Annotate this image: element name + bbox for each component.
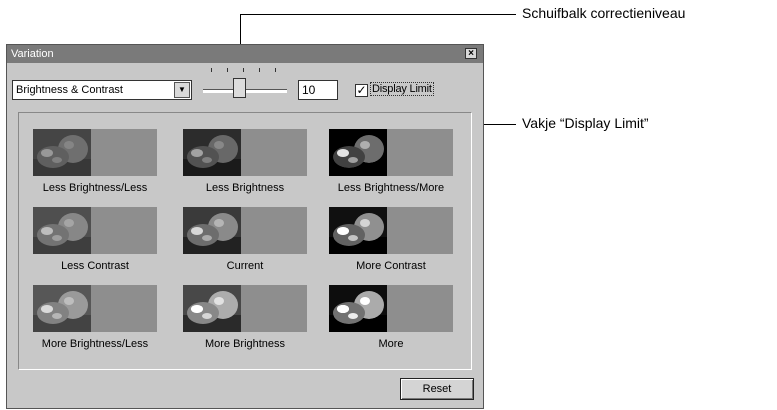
correction-level-slider[interactable] xyxy=(203,63,287,105)
check-icon: ✓ xyxy=(356,83,367,97)
thumbnail-image[interactable] xyxy=(33,129,157,176)
mode-select-value: Brightness & Contrast xyxy=(16,84,123,96)
thumbnail-image[interactable] xyxy=(183,285,307,332)
thumbnail-label: Less Brightness xyxy=(205,182,285,194)
thumbnail-photo xyxy=(183,207,241,254)
variation-thumbnail[interactable]: Less Contrast xyxy=(22,207,168,272)
variation-thumbnail[interactable]: Less Brightness/More xyxy=(318,129,464,194)
window-title: Variation xyxy=(11,48,54,60)
close-button[interactable]: × xyxy=(465,48,477,59)
thumbnail-image[interactable] xyxy=(33,207,157,254)
mode-select[interactable]: Brightness & Contrast ▼ xyxy=(12,80,192,100)
thumbnail-label: Less Brightness/Less xyxy=(42,182,148,194)
thumbnail-photo xyxy=(33,207,91,254)
thumbnail-label: More xyxy=(378,338,404,350)
thumbnail-photo xyxy=(183,129,241,176)
title-bar: Variation × xyxy=(7,45,483,63)
thumbnail-image[interactable] xyxy=(183,207,307,254)
slider-tick xyxy=(211,68,212,72)
variation-thumbnail[interactable]: More Brightness/Less xyxy=(22,285,168,350)
thumbnail-label: More Contrast xyxy=(356,260,426,272)
thumbnail-photo xyxy=(329,207,387,254)
thumbnail-label: More Brightness xyxy=(204,338,286,350)
slider-tick xyxy=(227,68,228,72)
variation-thumbnail[interactable]: More Brightness xyxy=(172,285,318,350)
variation-thumbnail[interactable]: More Contrast xyxy=(318,207,464,272)
correction-level-input[interactable]: 10 xyxy=(298,80,338,100)
thumbnail-label: Less Contrast xyxy=(61,260,129,272)
thumbnail-label: Current xyxy=(226,260,264,272)
slider-tick xyxy=(259,68,260,72)
thumbnail-image[interactable] xyxy=(33,285,157,332)
variation-thumbnail[interactable]: Less Brightness/Less xyxy=(22,129,168,194)
thumbnail-label: More Brightness/Less xyxy=(41,338,149,350)
display-limit-checkbox[interactable]: ✓ xyxy=(355,84,368,97)
close-icon: × xyxy=(468,48,474,59)
variations-panel: Less Brightness/Less Less Brightness Less … xyxy=(18,112,472,370)
select-arrow-button[interactable]: ▼ xyxy=(174,82,190,98)
slider-leader-horizontal xyxy=(240,14,516,15)
slider-tick xyxy=(275,68,276,72)
chevron-down-icon: ▼ xyxy=(178,85,186,94)
thumbnail-photo xyxy=(183,285,241,332)
variation-thumbnail[interactable]: Current xyxy=(172,207,318,272)
slider-thumb[interactable] xyxy=(233,78,246,98)
thumbnail-photo xyxy=(329,129,387,176)
checkbox-callout: Vakje “Display Limit” xyxy=(522,115,649,131)
thumbnail-image[interactable] xyxy=(329,207,453,254)
display-limit-label[interactable]: Display Limit xyxy=(370,82,434,96)
thumbnail-image[interactable] xyxy=(183,129,307,176)
thumbnail-photo xyxy=(33,285,91,332)
variation-thumbnail[interactable]: More xyxy=(318,285,464,350)
variation-window: Variation × Brightness & Contrast ▼ 10 ✓… xyxy=(6,44,484,409)
slider-callout: Schuifbalk correctieniveau xyxy=(522,5,686,21)
thumbnail-photo xyxy=(329,285,387,332)
thumbnail-image[interactable] xyxy=(329,129,453,176)
thumbnail-photo xyxy=(33,129,91,176)
variation-thumbnail[interactable]: Less Brightness xyxy=(172,129,318,194)
reset-button[interactable]: Reset xyxy=(400,378,474,400)
thumbnail-label: Less Brightness/More xyxy=(337,182,445,194)
thumbnail-image[interactable] xyxy=(329,285,453,332)
slider-tick xyxy=(243,68,244,72)
